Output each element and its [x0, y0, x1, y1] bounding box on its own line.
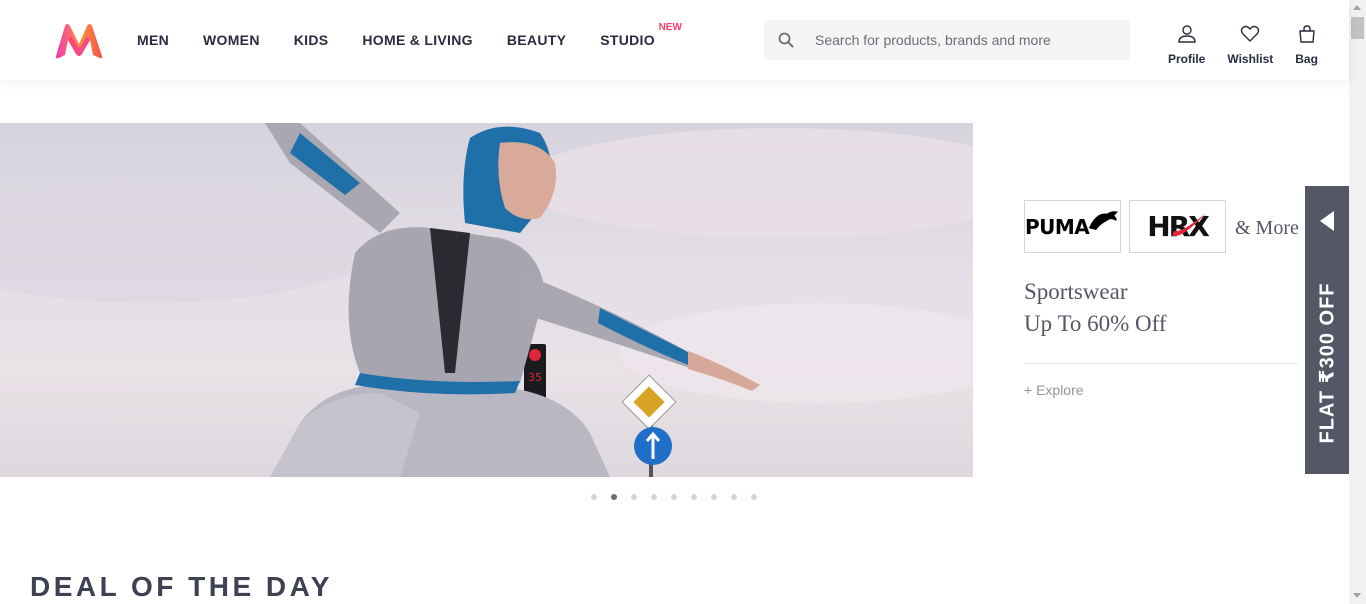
explore-link[interactable]: + Explore — [1024, 382, 1084, 398]
hrx-logo: HRX — [1129, 200, 1226, 253]
search-bar — [764, 20, 1130, 60]
banner-headline: Sportswear Up To 60% Off — [1024, 276, 1167, 340]
wishlist-label: Wishlist — [1227, 52, 1274, 66]
page: MEN WOMEN KIDS HOME & LIVING BEAUTY STUD… — [0, 0, 1366, 604]
carousel-dots — [591, 494, 771, 500]
profile-label: Profile — [1168, 52, 1206, 66]
carousel-dot[interactable] — [631, 494, 637, 500]
page-scrollbar[interactable] — [1349, 0, 1366, 604]
search-icon[interactable] — [764, 20, 808, 60]
scroll-up-icon[interactable] — [1353, 5, 1361, 10]
nav-item-studio-label: STUDIO — [600, 32, 655, 48]
bag-button[interactable]: Bag — [1295, 24, 1318, 66]
caret-left-icon — [1320, 211, 1334, 231]
carousel-dot[interactable] — [711, 494, 717, 500]
and-more-text: & More — [1235, 217, 1299, 239]
scrollbar-thumb[interactable] — [1351, 17, 1364, 39]
puma-cat-icon — [1089, 210, 1119, 230]
new-badge: NEW — [658, 22, 682, 33]
search-input[interactable] — [815, 32, 1115, 48]
heart-icon — [1240, 24, 1260, 49]
bag-icon — [1297, 24, 1317, 49]
carousel-dot[interactable] — [731, 494, 737, 500]
puma-logo: PUMA — [1024, 200, 1121, 253]
hero-banner: 35 PUMA HRX & More Sportswear Up To 60% … — [0, 123, 1349, 477]
wishlist-button[interactable]: Wishlist — [1227, 24, 1273, 66]
scroll-down-icon[interactable] — [1353, 593, 1361, 598]
headline-line-2: Up To 60% Off — [1024, 311, 1167, 336]
flat-offer-label: FLAT ₹300 OFF — [1316, 282, 1339, 444]
profile-icon — [1177, 24, 1197, 49]
bag-label: Bag — [1295, 52, 1318, 66]
profile-button[interactable]: Profile — [1168, 24, 1205, 66]
section-title: DEAL OF THE DAY — [30, 571, 333, 602]
headline-line-1: Sportswear — [1024, 279, 1128, 304]
traffic-light-counter: 35 — [528, 371, 542, 384]
header-actions: Profile Wishlist Bag — [1168, 24, 1318, 66]
carousel-dot[interactable] — [691, 494, 697, 500]
carousel-dot-active[interactable] — [611, 494, 617, 500]
myntra-logo[interactable] — [53, 22, 105, 60]
hero-image[interactable]: 35 — [0, 123, 973, 477]
carousel-dot[interactable] — [651, 494, 657, 500]
top-header: MEN WOMEN KIDS HOME & LIVING BEAUTY STUD… — [0, 0, 1349, 80]
nav-item-women[interactable]: WOMEN — [203, 32, 260, 48]
nav-item-beauty[interactable]: BEAUTY — [507, 32, 566, 48]
main-nav: MEN WOMEN KIDS HOME & LIVING BEAUTY STUD… — [137, 0, 689, 80]
nav-item-kids[interactable]: KIDS — [294, 32, 329, 48]
promo-divider — [1024, 363, 1298, 364]
puma-brand-text: PUMA — [1025, 214, 1090, 239]
carousel-dot[interactable] — [751, 494, 757, 500]
nav-item-home-living[interactable]: HOME & LIVING — [362, 32, 472, 48]
nav-item-studio[interactable]: STUDIO NEW — [600, 22, 682, 48]
carousel-dot[interactable] — [591, 494, 597, 500]
nav-item-men[interactable]: MEN — [137, 32, 169, 48]
promo-panel[interactable]: PUMA HRX & More Sportswear Up To 60% Off… — [1024, 123, 1304, 477]
hrx-swoosh-icon — [1172, 213, 1206, 237]
carousel-dot[interactable] — [671, 494, 677, 500]
flat-offer-tab[interactable]: FLAT ₹300 OFF — [1305, 186, 1349, 474]
